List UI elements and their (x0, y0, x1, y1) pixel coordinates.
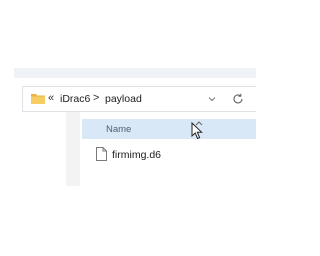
breadcrumb-overflow[interactable]: « (48, 92, 54, 104)
navigation-pane[interactable] (66, 112, 80, 186)
file-explorer-window: « iDrac6 > payload Name firmimg.d6 (0, 0, 256, 256)
toolbar-strip (14, 68, 256, 78)
breadcrumb-item-payload[interactable]: payload (105, 93, 142, 105)
breadcrumb-separator[interactable]: > (93, 92, 99, 104)
column-header-name[interactable]: Name (82, 119, 256, 139)
chevron-down-icon[interactable] (206, 93, 218, 105)
file-icon (96, 147, 107, 161)
file-name: firmimg.d6 (112, 149, 162, 161)
list-item[interactable]: firmimg.d6 (82, 144, 256, 164)
column-header-label: Name (106, 124, 132, 135)
mouse-cursor-icon (191, 122, 203, 140)
refresh-icon[interactable] (231, 92, 245, 106)
folder-icon (31, 94, 45, 104)
address-bar[interactable]: « iDrac6 > payload (22, 86, 256, 112)
breadcrumb-item-idrac6[interactable]: iDrac6 (60, 93, 90, 105)
